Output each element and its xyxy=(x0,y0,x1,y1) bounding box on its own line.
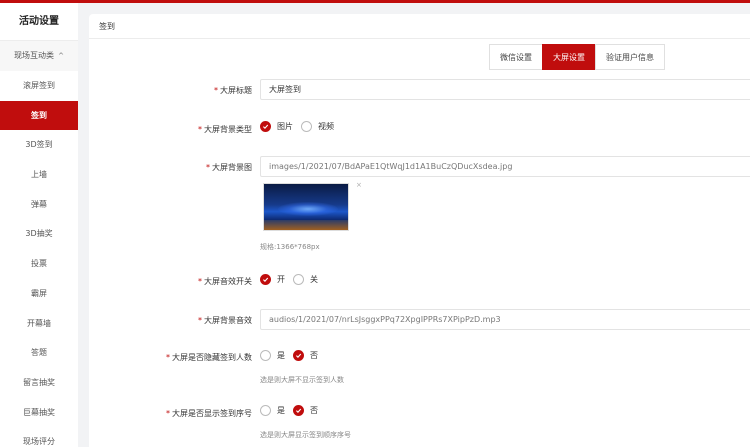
hide-count-yes-radio[interactable] xyxy=(260,350,271,361)
bg-image-thumbnail xyxy=(263,183,349,231)
hide-count-label: * 大屏是否隐藏签到人数 xyxy=(166,353,252,362)
sound-switch-label: * 大屏音效开关 xyxy=(198,277,252,286)
hide-count-hint: 选是则大屏不显示签到人数 xyxy=(260,376,344,384)
bg-sound-path-input[interactable]: audios/1/2021/07/nrLsJsggxPPq72XpgIPPRs7… xyxy=(260,309,750,330)
top-accent-bar xyxy=(0,0,750,3)
sidebar-group-toggle[interactable]: 现场互动类 ^ xyxy=(0,41,78,71)
show-order-yes-radio[interactable] xyxy=(260,405,271,416)
sidebar-item[interactable]: 投票 xyxy=(0,249,78,279)
hide-count-no-label: 否 xyxy=(310,351,318,360)
remove-image-icon[interactable]: × xyxy=(356,181,362,189)
sidebar-item[interactable]: 上墙 xyxy=(0,160,78,190)
panel-title: 签到 xyxy=(89,14,750,39)
show-order-yes-label: 是 xyxy=(277,406,285,415)
bg-image-label: * 大屏背景图 xyxy=(206,163,252,172)
sidebar-item[interactable]: 滚屏签到 xyxy=(0,71,78,101)
sound-on-radio[interactable] xyxy=(260,274,271,285)
thumbnail-bottom xyxy=(264,220,348,230)
bg-type-radio-group: 图片 视频 xyxy=(260,121,342,132)
sidebar-item[interactable]: 巨幕抽奖 xyxy=(0,398,78,428)
bg-sound-label: * 大屏背景音效 xyxy=(198,316,252,325)
sound-switch-radio-group: 开 关 xyxy=(260,274,326,285)
sidebar: 活动设置 现场互动类 ^ 滚屏签到 签到 3D签到 上墙 弹幕 3D抽奖 投票 霸屏 开幕墙 答题留… xyxy=(0,3,78,447)
hide-count-no-radio[interactable] xyxy=(293,350,304,361)
sidebar-group-label: 现场互动类 xyxy=(14,51,55,60)
sidebar-item[interactable]: 弹幕 xyxy=(0,190,78,220)
show-order-hint: 选是则大屏显示签到顺序序号 xyxy=(260,431,351,439)
screen-title-input[interactable]: 大屏签到 xyxy=(260,79,750,100)
sidebar-item[interactable]: 3D抽奖 xyxy=(0,219,78,249)
bg-image-size-hint: 规格:1366*768px xyxy=(260,243,320,251)
sidebar-item[interactable]: 签到 xyxy=(0,100,78,131)
show-order-no-label: 否 xyxy=(310,406,318,415)
bg-type-video-radio[interactable] xyxy=(301,121,312,132)
bg-type-image-label: 图片 xyxy=(277,122,293,131)
bg-type-video-label: 视频 xyxy=(318,122,334,131)
show-order-radio-group: 是 否 xyxy=(260,405,326,416)
bg-type-image-radio[interactable] xyxy=(260,121,271,132)
tab-verify-user-info[interactable]: 验证用户信息 xyxy=(595,44,665,70)
sound-off-radio[interactable] xyxy=(293,274,304,285)
main-panel: 签到 微信设置 大屏设置 验证用户信息 * 大屏标题 大屏签到 * 大屏背景类型 图… xyxy=(89,14,750,447)
show-order-no-radio[interactable] xyxy=(293,405,304,416)
sidebar-item[interactable]: 开幕墙 xyxy=(0,309,78,339)
sidebar-title: 活动设置 xyxy=(0,3,78,41)
settings-tabs: 微信设置 大屏设置 验证用户信息 xyxy=(489,44,665,70)
tab-wechat-settings[interactable]: 微信设置 xyxy=(489,44,543,70)
sidebar-item[interactable]: 3D签到 xyxy=(0,130,78,160)
sidebar-item[interactable]: 答题 xyxy=(0,338,78,368)
sidebar-item[interactable]: 霸屏 xyxy=(0,279,78,309)
screen-title-label: * 大屏标题 xyxy=(214,86,252,95)
hide-count-radio-group: 是 否 xyxy=(260,350,326,361)
bg-image-path-input[interactable]: images/1/2021/07/BdAPaE1QtWqJ1d1A1BuCzQD… xyxy=(260,156,750,177)
tab-screen-settings[interactable]: 大屏设置 xyxy=(542,44,596,70)
sound-off-label: 关 xyxy=(310,275,318,284)
sound-on-label: 开 xyxy=(277,275,285,284)
chevron-up-icon: ^ xyxy=(58,52,64,60)
sidebar-item[interactable]: 现场评分 xyxy=(0,427,78,447)
sidebar-item[interactable]: 留言抽奖 xyxy=(0,368,78,398)
show-order-label: * 大屏是否显示签到序号 xyxy=(166,409,252,418)
bg-type-label: * 大屏背景类型 xyxy=(198,125,252,134)
hide-count-yes-label: 是 xyxy=(277,351,285,360)
thumbnail-glow xyxy=(278,202,338,216)
